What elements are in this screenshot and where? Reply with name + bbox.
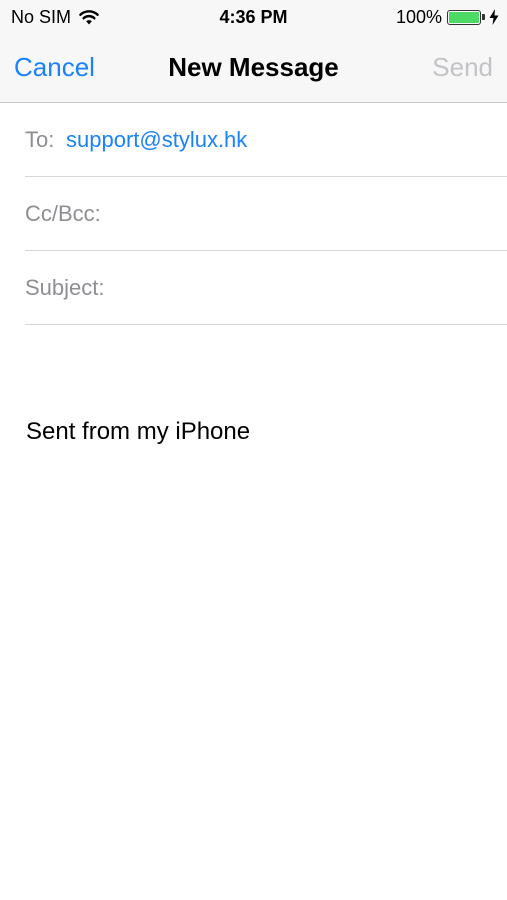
status-right: 100% — [396, 7, 499, 27]
ccbcc-field-row[interactable]: Cc/Bcc: — [25, 177, 507, 251]
navigation-bar: Cancel New Message Send — [0, 34, 507, 103]
battery-percent: 100% — [395, 7, 442, 27]
signature-text: Sent from my iPhone — [26, 418, 251, 445]
subject-label: Subject: — [25, 275, 105, 300]
to-field-row[interactable]: To: support@stylux.hk — [25, 103, 507, 177]
status-bar: No SIM 4:36 PM 100% — [0, 0, 507, 34]
battery-icon — [447, 9, 485, 25]
battery-tip — [482, 13, 485, 20]
mail-compose-screen: No SIM 4:36 PM 100% Cancel New Message S… — [0, 0, 507, 900]
subject-field-row[interactable]: Subject: — [25, 251, 507, 325]
ccbcc-label: Cc/Bcc: — [25, 201, 101, 226]
battery-level-fill — [449, 11, 479, 23]
send-button[interactable]: Send — [432, 52, 493, 82]
bolt-icon — [489, 9, 499, 25]
page-title: New Message — [168, 52, 339, 82]
message-body[interactable]: Sent from my iPhone — [26, 325, 486, 885]
to-label: To: — [25, 127, 55, 152]
to-recipient[interactable]: support@stylux.hk — [66, 127, 247, 153]
